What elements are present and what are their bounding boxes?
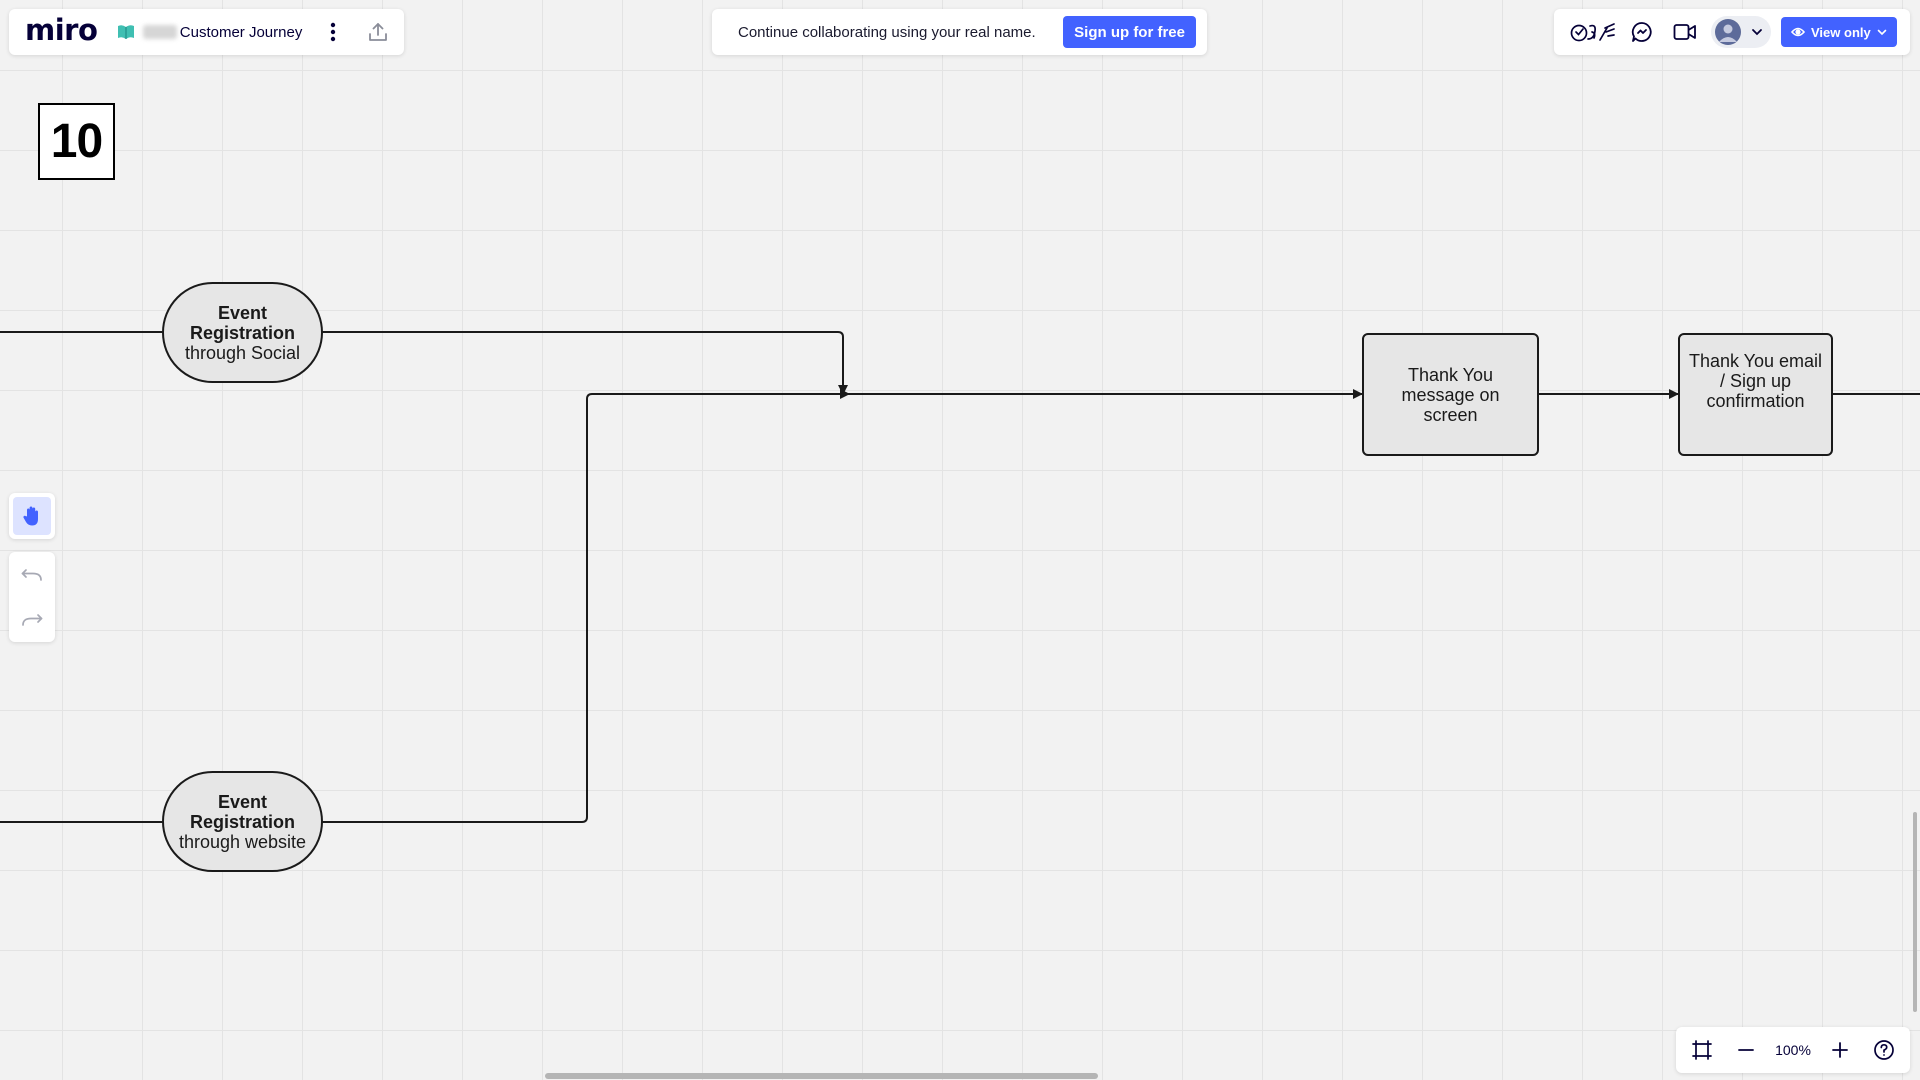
help-button[interactable] — [1870, 1035, 1898, 1065]
zoom-in-icon — [1832, 1042, 1849, 1058]
event-registration-social-node[interactable]: Event Registration through Social — [162, 282, 323, 383]
export-button[interactable] — [365, 17, 390, 47]
hand-tool-button[interactable] — [13, 497, 51, 535]
frame-number[interactable]: 10 — [38, 103, 115, 180]
chevron-down-icon — [1752, 29, 1762, 36]
video-icon — [1673, 24, 1696, 40]
collaboration-panel: View only — [1554, 9, 1910, 55]
node-title: Event Registration — [189, 791, 295, 832]
board-panel: miro Customer Journey — [9, 9, 404, 55]
node-title: Event Registration — [189, 302, 295, 343]
zoom-out-button[interactable] — [1732, 1035, 1760, 1065]
history-panel — [9, 552, 55, 642]
undo-button[interactable] — [17, 560, 47, 590]
thank-you-message-node[interactable]: Thank You message on screen — [1362, 333, 1539, 456]
redo-icon — [22, 613, 43, 626]
miro-logo[interactable]: miro — [25, 15, 98, 45]
view-only-label: View only — [1811, 24, 1871, 40]
connector-website-to-merge[interactable] — [322, 389, 850, 823]
zoom-level[interactable]: 100% — [1775, 1042, 1811, 1058]
chevron-down-icon — [1877, 29, 1887, 35]
eye-icon — [1791, 27, 1805, 37]
vertical-scrollbar[interactable] — [1913, 812, 1917, 1012]
zoom-out-icon — [1737, 1049, 1754, 1051]
more-options-button[interactable] — [322, 17, 343, 47]
event-registration-website-node[interactable]: Event Registration through website — [162, 771, 323, 872]
board-name[interactable]: Customer Journey — [180, 24, 303, 41]
redacted-text — [143, 25, 177, 39]
view-only-button[interactable]: View only — [1781, 17, 1897, 47]
video-call-button[interactable] — [1671, 17, 1699, 47]
avatar-icon — [1715, 19, 1741, 45]
user-menu[interactable] — [1711, 16, 1771, 48]
redo-button[interactable] — [17, 605, 47, 635]
node-text: Thank You message on screen — [1401, 364, 1500, 425]
board-icon — [117, 22, 135, 42]
export-icon — [368, 23, 387, 41]
node-text: Thank You email / Sign up confirmation — [1688, 351, 1823, 411]
reactions-button[interactable] — [1570, 17, 1616, 47]
connector-social-to-merge[interactable] — [322, 331, 848, 395]
connector-layer — [0, 331, 1920, 823]
horizontal-scrollbar[interactable] — [545, 1073, 1098, 1079]
zoom-controls: 100% — [1676, 1027, 1910, 1073]
banner-text: Continue collaborating using your real n… — [738, 23, 1036, 41]
reactions-icon — [1570, 23, 1615, 42]
node-subtitle: through website — [178, 831, 307, 852]
undo-icon — [21, 568, 42, 581]
node-subtitle: through Social — [184, 342, 301, 363]
tool-panel — [9, 493, 55, 539]
hand-icon — [23, 506, 38, 526]
comments-button[interactable] — [1629, 17, 1655, 47]
sign-up-button[interactable]: Sign up for free — [1063, 16, 1196, 48]
fit-frame-icon — [1692, 1040, 1712, 1060]
signup-banner: Continue collaborating using your real n… — [712, 9, 1207, 55]
help-icon — [1874, 1040, 1894, 1060]
zoom-in-button[interactable] — [1826, 1035, 1854, 1065]
more-icon — [330, 22, 336, 42]
fit-to-screen-button[interactable] — [1688, 1035, 1716, 1065]
comments-icon — [1631, 22, 1652, 42]
thank-you-email-node[interactable]: Thank You email / Sign up confirmation — [1678, 333, 1833, 456]
